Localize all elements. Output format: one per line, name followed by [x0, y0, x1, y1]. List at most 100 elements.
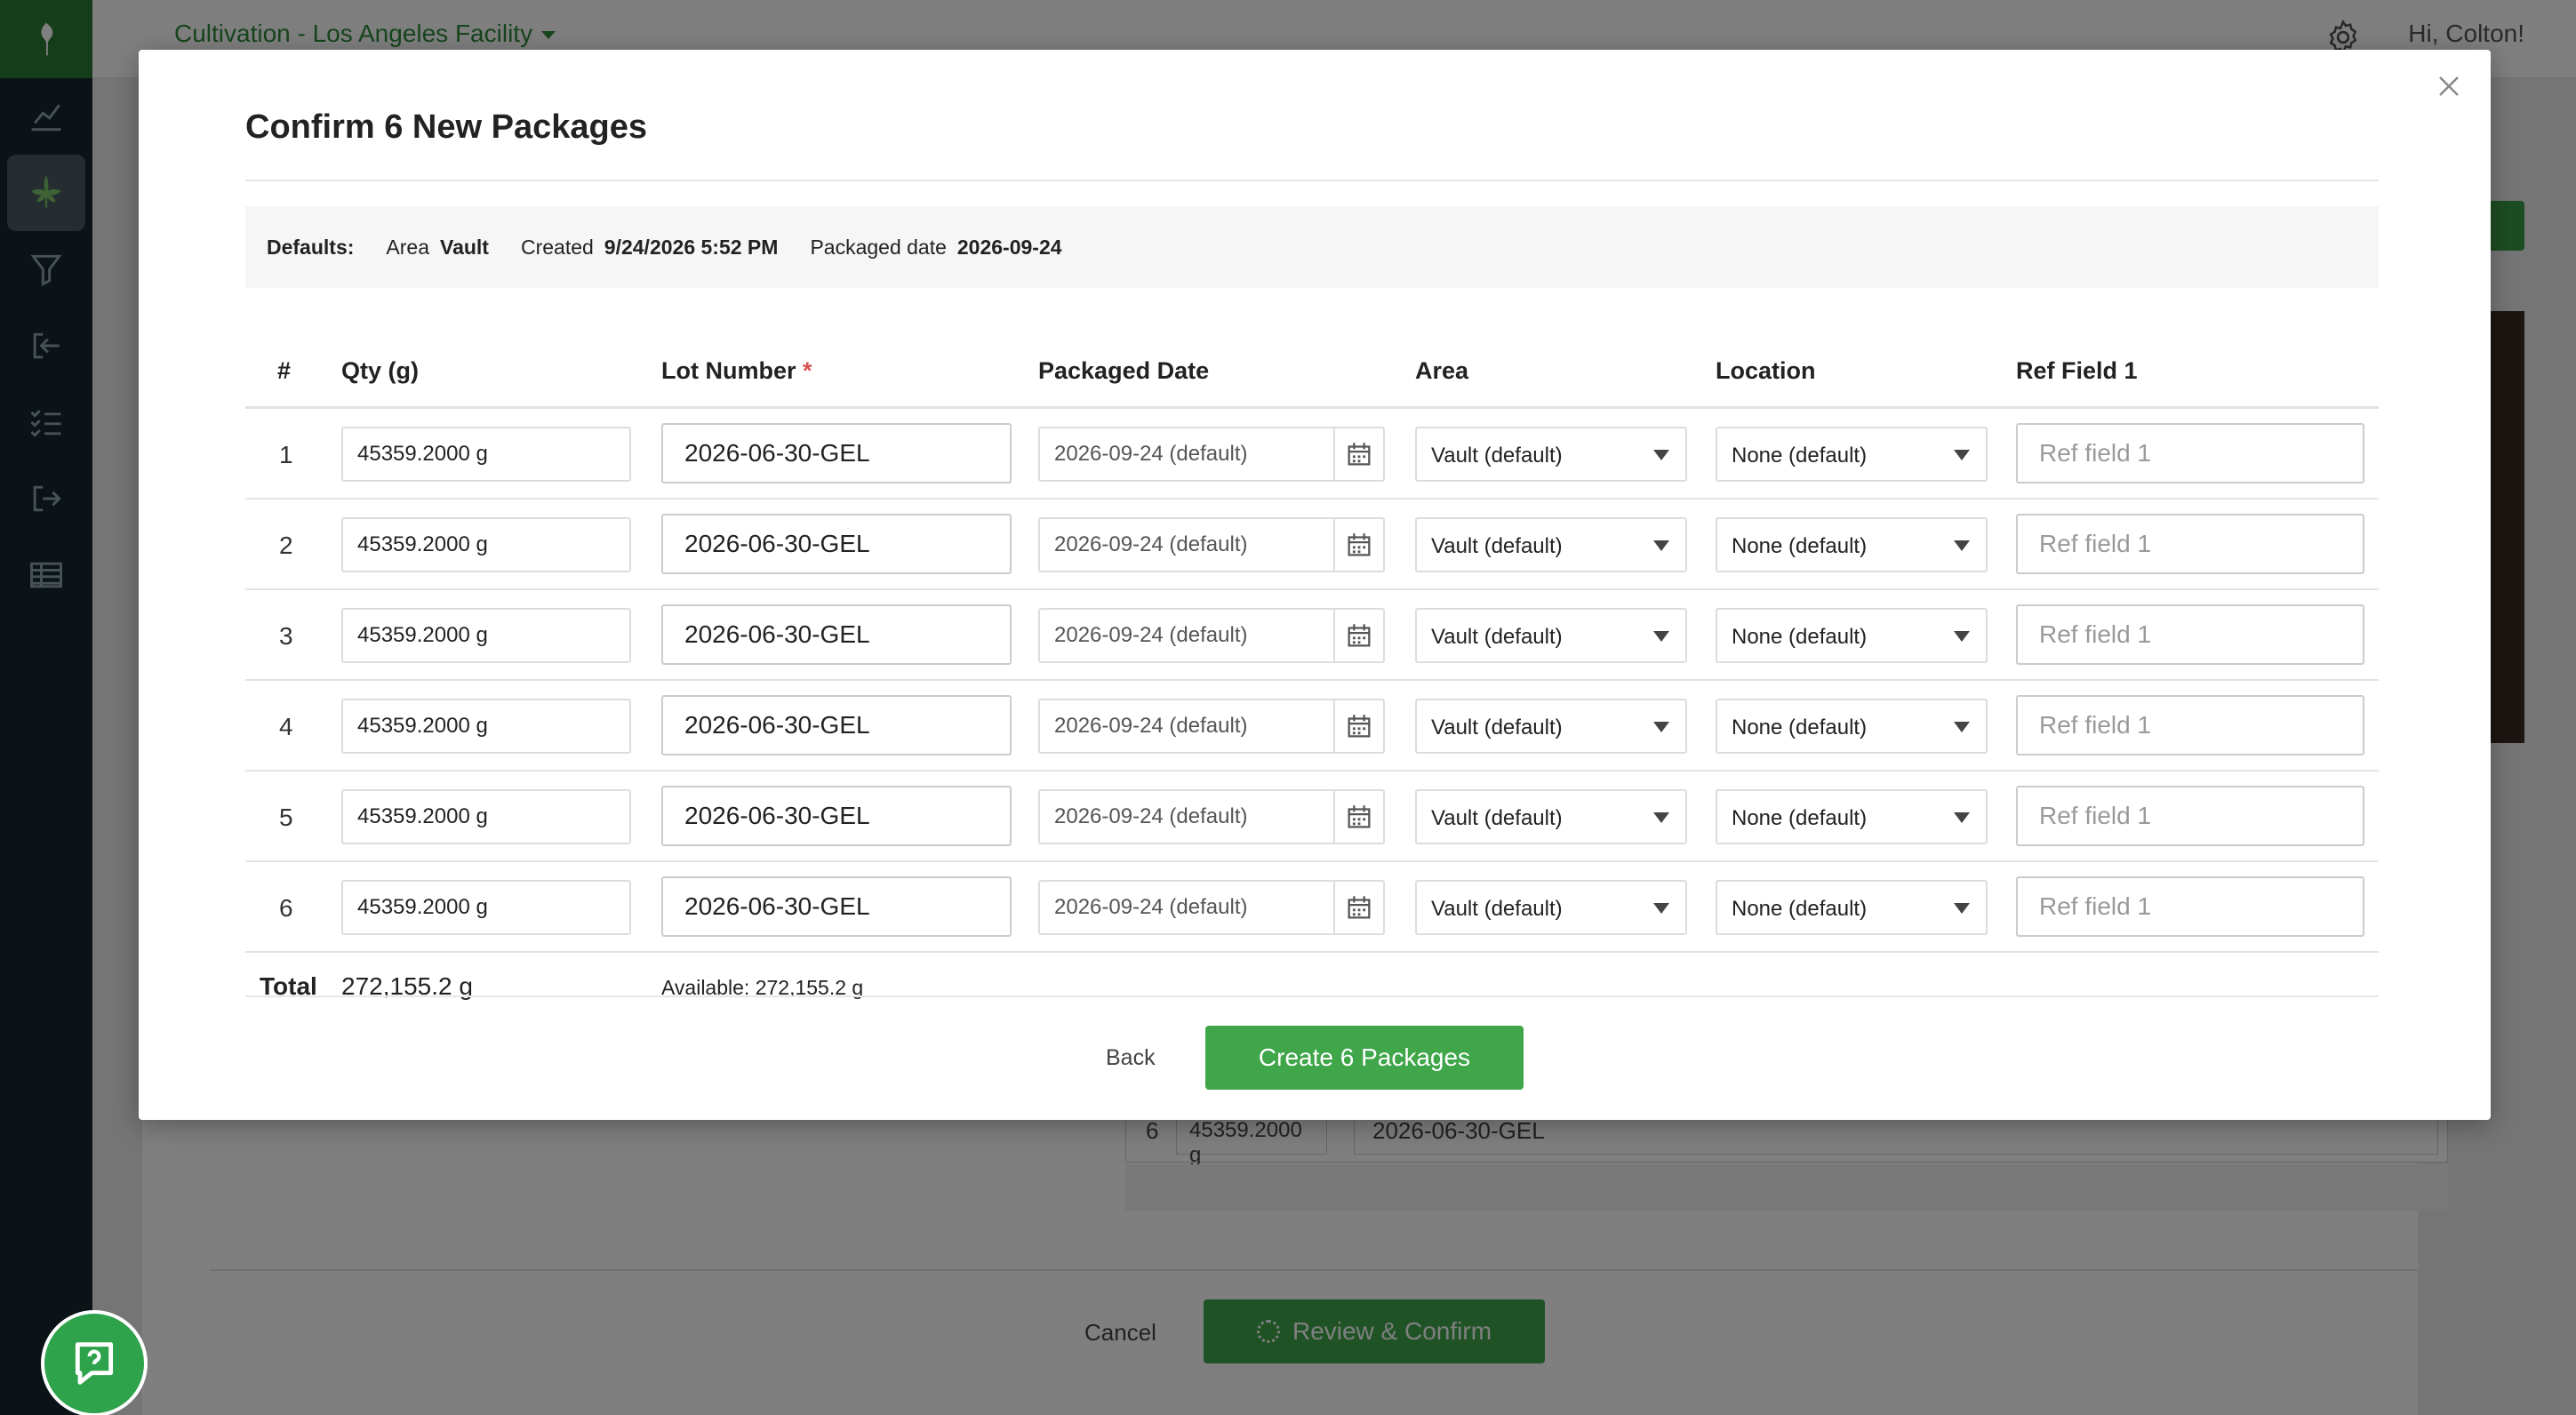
calendar-button[interactable]	[1333, 519, 1383, 571]
qty-input[interactable]	[341, 608, 631, 663]
qty-input[interactable]	[341, 880, 631, 935]
dropdown-arrow-icon	[1954, 450, 1970, 460]
ref-field-input[interactable]	[2016, 604, 2364, 665]
dropdown-arrow-icon	[1954, 903, 1970, 914]
location-select-value: None (default)	[1732, 534, 1868, 558]
dropdown-arrow-icon	[1954, 540, 1970, 551]
table-row: 6 Vault (default) None (default)	[245, 862, 2379, 953]
table-header: # Qty (g) Lot Number * Packaged Date Are…	[245, 334, 2379, 409]
qty-input[interactable]	[341, 517, 631, 572]
packaged-date-input[interactable]	[1040, 700, 1332, 752]
area-select[interactable]: Vault (default)	[1415, 608, 1687, 663]
calendar-icon	[1348, 533, 1371, 556]
calendar-button[interactable]	[1333, 882, 1383, 933]
location-select[interactable]: None (default)	[1716, 880, 1988, 935]
packaged-date-field[interactable]	[1038, 699, 1385, 754]
help-chat-button[interactable]	[41, 1310, 148, 1415]
close-icon	[2439, 76, 2459, 96]
row-index: 3	[279, 622, 293, 650]
area-select-value: Vault (default)	[1431, 897, 1563, 921]
lot-number-input[interactable]	[661, 514, 1012, 574]
location-select[interactable]: None (default)	[1716, 427, 1988, 482]
col-area: Area	[1415, 357, 1469, 384]
col-packaged-date: Packaged Date	[1038, 357, 1210, 384]
location-select-value: None (default)	[1732, 897, 1868, 921]
qty-input[interactable]	[341, 427, 631, 482]
location-select[interactable]: None (default)	[1716, 699, 1988, 754]
area-select[interactable]: Vault (default)	[1415, 880, 1687, 935]
dropdown-arrow-icon	[1954, 631, 1970, 642]
lot-number-input[interactable]	[661, 695, 1012, 755]
col-lot-label: Lot Number	[661, 357, 796, 384]
area-select-value: Vault (default)	[1431, 715, 1563, 739]
dropdown-arrow-icon	[1653, 631, 1669, 642]
lot-number-input[interactable]	[661, 423, 1012, 484]
location-select-value: None (default)	[1732, 806, 1868, 830]
packaged-date-input[interactable]	[1040, 610, 1332, 661]
ref-field-input[interactable]	[2016, 876, 2364, 937]
row-index: 4	[279, 713, 293, 740]
default-packaged-value: 2026-09-24	[956, 235, 1062, 259]
table-row: 4 Vault (default) None (default)	[245, 681, 2379, 771]
calendar-icon	[1348, 443, 1371, 466]
table-row: 3 Vault (default) None (default)	[245, 590, 2379, 681]
area-select[interactable]: Vault (default)	[1415, 699, 1687, 754]
area-select[interactable]: Vault (default)	[1415, 789, 1687, 844]
defaults-label: Defaults:	[267, 235, 355, 259]
col-lot: Lot Number *	[661, 357, 812, 385]
calendar-button[interactable]	[1333, 428, 1383, 480]
packaged-date-field[interactable]	[1038, 427, 1385, 482]
ref-field-input[interactable]	[2016, 423, 2364, 484]
create-packages-button[interactable]: Create 6 Packages	[1205, 1026, 1524, 1090]
location-select[interactable]: None (default)	[1716, 608, 1988, 663]
default-packaged-key: Packaged date	[810, 235, 947, 259]
packaged-date-field[interactable]	[1038, 880, 1385, 935]
dropdown-arrow-icon	[1653, 812, 1669, 823]
packaged-date-field[interactable]	[1038, 608, 1385, 663]
ref-field-input[interactable]	[2016, 514, 2364, 574]
calendar-icon	[1348, 805, 1371, 828]
calendar-button[interactable]	[1333, 791, 1383, 843]
packaged-date-field[interactable]	[1038, 517, 1385, 572]
calendar-button[interactable]	[1333, 610, 1383, 661]
location-select[interactable]: None (default)	[1716, 517, 1988, 572]
dropdown-arrow-icon	[1653, 722, 1669, 732]
packaged-date-input[interactable]	[1040, 428, 1332, 480]
modal-title: Confirm 6 New Packages	[245, 108, 647, 146]
qty-input[interactable]	[341, 789, 631, 844]
title-divider	[245, 180, 2379, 181]
footer-divider	[245, 995, 2379, 997]
calendar-button[interactable]	[1333, 700, 1383, 752]
default-area-value: Vault	[440, 235, 489, 259]
default-created-value: 9/24/2026 5:52 PM	[604, 235, 779, 259]
location-select[interactable]: None (default)	[1716, 789, 1988, 844]
default-created-key: Created	[520, 235, 594, 259]
qty-input[interactable]	[341, 699, 631, 754]
area-select-value: Vault (default)	[1431, 444, 1563, 468]
packaged-date-input[interactable]	[1040, 519, 1332, 571]
lot-number-input[interactable]	[661, 604, 1012, 665]
back-button[interactable]: Back	[1106, 1045, 1156, 1071]
packages-table: # Qty (g) Lot Number * Packaged Date Are…	[245, 334, 2379, 1019]
area-select[interactable]: Vault (default)	[1415, 427, 1687, 482]
location-select-value: None (default)	[1732, 444, 1868, 468]
confirm-packages-modal: Confirm 6 New Packages Defaults: Area Va…	[139, 50, 2491, 1120]
close-button[interactable]	[2427, 64, 2471, 108]
row-index: 1	[279, 441, 293, 468]
packaged-date-input[interactable]	[1040, 791, 1332, 843]
table-row: 5 Vault (default) None (default)	[245, 771, 2379, 862]
required-asterisk: *	[803, 357, 812, 384]
default-area-key: Area	[386, 235, 429, 259]
location-select-value: None (default)	[1732, 625, 1868, 649]
lot-number-input[interactable]	[661, 876, 1012, 937]
lot-number-input[interactable]	[661, 786, 1012, 846]
ref-field-input[interactable]	[2016, 695, 2364, 755]
col-number: #	[277, 357, 292, 384]
defaults-bar: Defaults: Area Vault Created 9/24/2026 5…	[245, 206, 2379, 288]
area-select[interactable]: Vault (default)	[1415, 517, 1687, 572]
ref-field-input[interactable]	[2016, 786, 2364, 846]
table-row: 1 Vault (default) None (default)	[245, 409, 2379, 500]
packaged-date-field[interactable]	[1038, 789, 1385, 844]
dropdown-arrow-icon	[1653, 540, 1669, 551]
packaged-date-input[interactable]	[1040, 882, 1332, 933]
